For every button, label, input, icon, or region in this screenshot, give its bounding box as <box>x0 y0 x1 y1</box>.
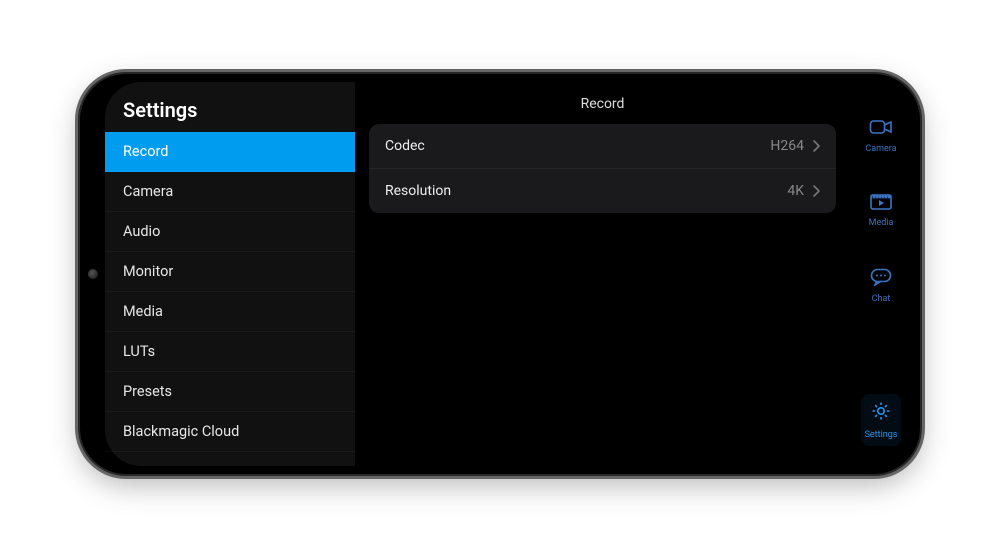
row-value-wrap: H264 <box>770 138 820 154</box>
sidebar-item-blackmagic-cloud[interactable]: Blackmagic Cloud <box>105 412 355 452</box>
phone-frame: Settings Record Camera Audio Monitor Med… <box>80 74 920 474</box>
sidebar-title: Settings <box>105 82 355 132</box>
chevron-right-icon <box>812 185 820 197</box>
row-label: Resolution <box>385 183 451 199</box>
content-title: Record <box>369 82 836 124</box>
screen: Settings Record Camera Audio Monitor Med… <box>88 82 912 466</box>
gear-icon <box>870 400 892 426</box>
sidebar-item-camera[interactable]: Camera <box>105 172 355 212</box>
sidebar-item-audio[interactable]: Audio <box>105 212 355 252</box>
sidebar-item-presets[interactable]: Presets <box>105 372 355 412</box>
chevron-right-icon <box>812 140 820 152</box>
row-label: Codec <box>385 138 425 154</box>
front-camera-dot <box>88 269 98 279</box>
camera-icon <box>869 118 893 140</box>
sidebar-item-record[interactable]: Record <box>105 132 355 172</box>
row-codec[interactable]: Codec H264 <box>369 124 836 168</box>
nav-label: Camera <box>865 144 896 154</box>
nav-label: Media <box>869 218 894 228</box>
row-value: 4K <box>787 183 804 199</box>
row-resolution[interactable]: Resolution 4K <box>369 168 836 213</box>
row-value: H264 <box>770 138 804 154</box>
nav-settings[interactable]: Settings <box>861 394 902 446</box>
nav-label: Chat <box>872 294 891 304</box>
settings-group-record: Codec H264 Resolution 4K <box>369 124 836 213</box>
content-pane: Record Codec H264 Resolution <box>355 82 850 466</box>
settings-sidebar: Settings Record Camera Audio Monitor Med… <box>105 82 355 466</box>
chat-icon <box>870 268 892 290</box>
media-icon <box>870 194 892 214</box>
sidebar-item-media[interactable]: Media <box>105 292 355 332</box>
right-nav: Camera Media <box>850 82 912 466</box>
nav-camera[interactable]: Camera <box>865 118 896 154</box>
nav-media[interactable]: Media <box>869 194 894 228</box>
sidebar-item-luts[interactable]: LUTs <box>105 332 355 372</box>
sidebar-item-monitor[interactable]: Monitor <box>105 252 355 292</box>
row-value-wrap: 4K <box>787 183 820 199</box>
screen-inner: Settings Record Camera Audio Monitor Med… <box>88 82 912 466</box>
nav-label: Settings <box>865 430 898 440</box>
nav-chat[interactable]: Chat <box>870 268 892 304</box>
